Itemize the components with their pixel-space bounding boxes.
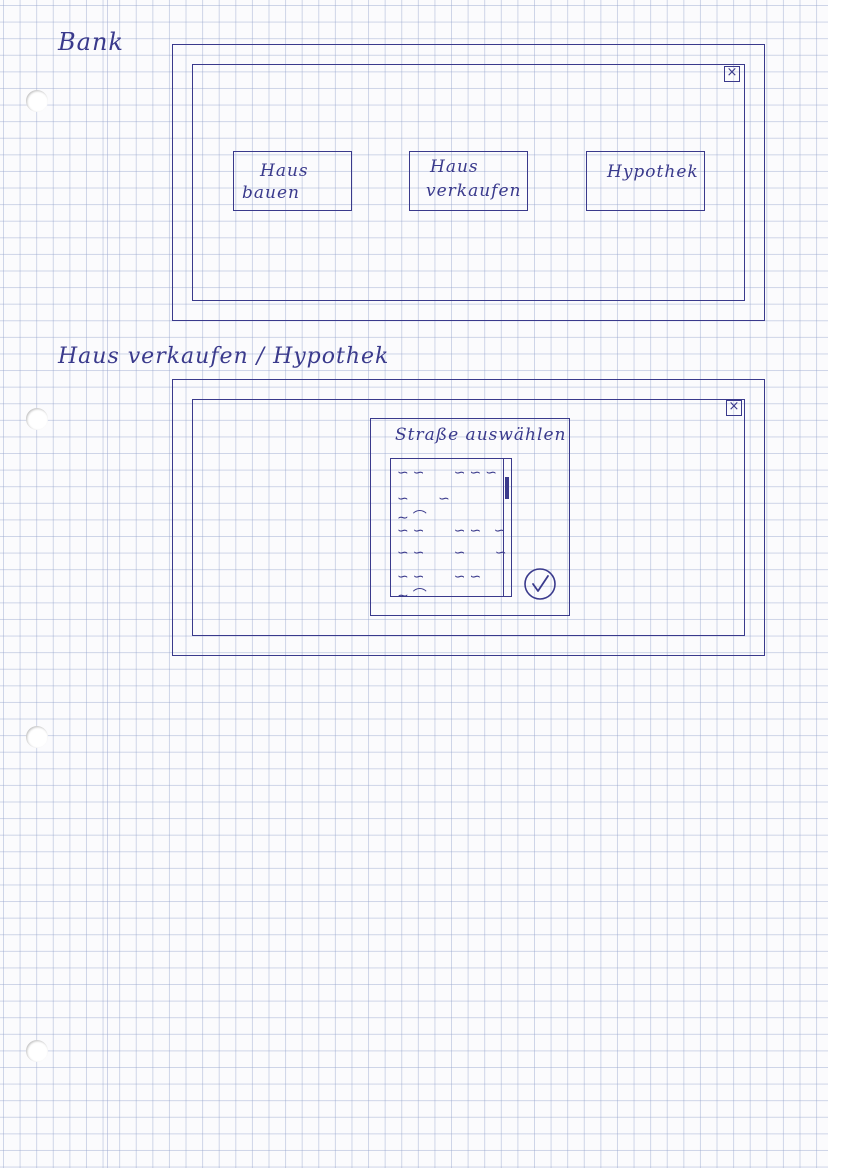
close-icon[interactable]: × <box>724 66 740 82</box>
checkmark-circle-icon <box>524 568 556 600</box>
street-list[interactable]: ∽∽ ∽∽∽ ∽ ∽ ∼⌒ ∽∽ ∽∽ ∽ ∽∽ ∽ ∽ ∽∽ ∽∽ ∼⌒ <box>390 458 512 604</box>
punch-hole <box>26 408 48 430</box>
button-label-line1: Hypothek <box>607 162 699 182</box>
sketch-title-bank: Bank <box>58 28 124 56</box>
hypothek-button[interactable]: Hypothek <box>586 151 705 211</box>
confirm-check-button[interactable] <box>523 567 557 601</box>
list-item[interactable]: ∽∽ ∽∽ ∽ <box>397 523 509 539</box>
paper-margin-line <box>107 0 108 1168</box>
button-label-line2: bauen <box>242 183 300 203</box>
list-item[interactable]: ∽∽ ∽∽ ∼⌒ <box>397 569 511 605</box>
paper-edge <box>828 0 848 1168</box>
button-label-line1: Haus <box>430 157 479 177</box>
button-label-line1: Haus <box>260 161 309 181</box>
scrollbar-thumb[interactable] <box>505 477 509 499</box>
street-select-dialog: Straße auswählen ∽∽ ∽∽∽ ∽ ∽ ∼⌒ ∽∽ ∽∽ ∽ ∽… <box>370 418 570 616</box>
punch-hole <box>26 1040 48 1062</box>
haus-bauen-button[interactable]: Haus bauen <box>233 151 352 211</box>
list-item[interactable]: ∽∽ ∽ ∽ <box>397 545 511 561</box>
punch-hole <box>26 726 48 748</box>
list-item[interactable]: ∽∽ ∽∽∽ <box>397 465 501 481</box>
close-icon[interactable]: × <box>726 400 742 416</box>
punch-hole <box>26 90 48 112</box>
list-item[interactable]: ∽ ∽ ∼⌒ <box>397 491 511 527</box>
list-scrollbar[interactable] <box>503 459 511 596</box>
button-label-line2: verkaufen <box>426 181 522 201</box>
dialog-title: Straße auswählen <box>395 425 567 445</box>
sketch-title-haus-verkaufen-hypothek: Haus verkaufen / Hypothek <box>58 344 390 369</box>
haus-verkaufen-button[interactable]: Haus verkaufen <box>409 151 528 211</box>
